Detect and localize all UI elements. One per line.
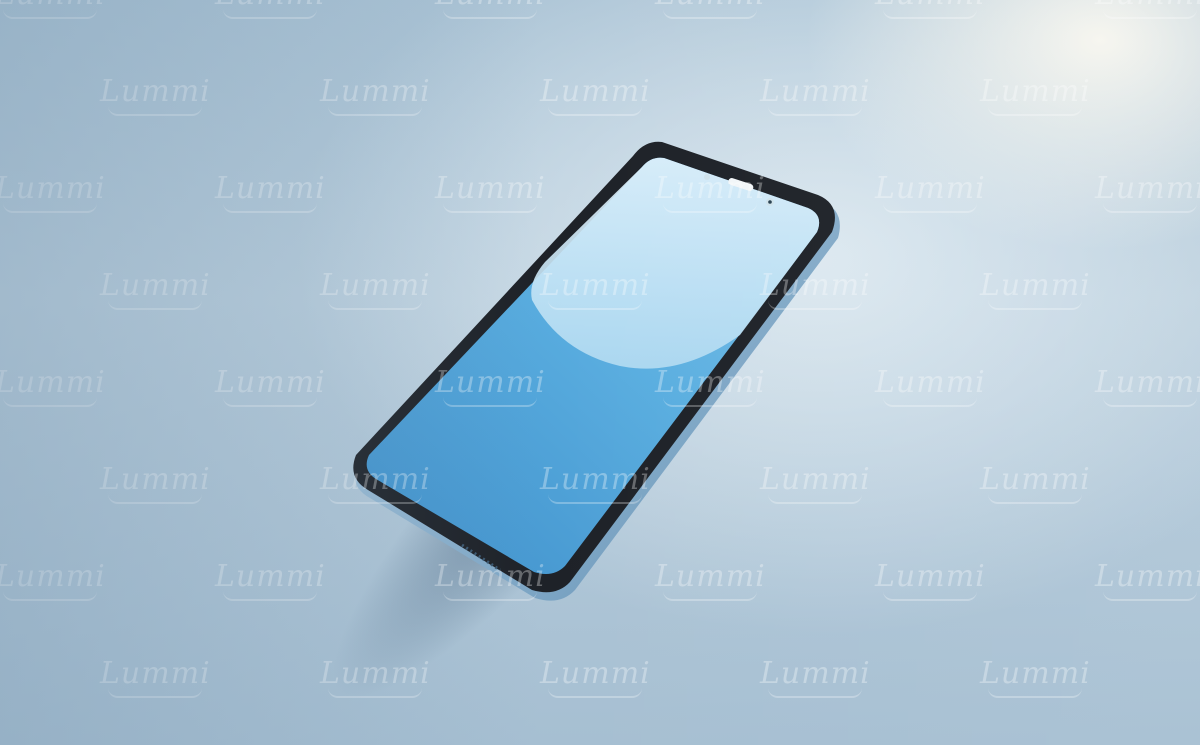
photo-scene: Lummi Lummi Lummi Lummi Lummi Lummi Lummi Lummi…	[0, 0, 1200, 745]
front-camera-icon	[766, 198, 774, 206]
smartphone-illustration	[332, 141, 840, 698]
proximity-sensor-icon	[704, 174, 710, 180]
phone-screen	[366, 157, 820, 574]
